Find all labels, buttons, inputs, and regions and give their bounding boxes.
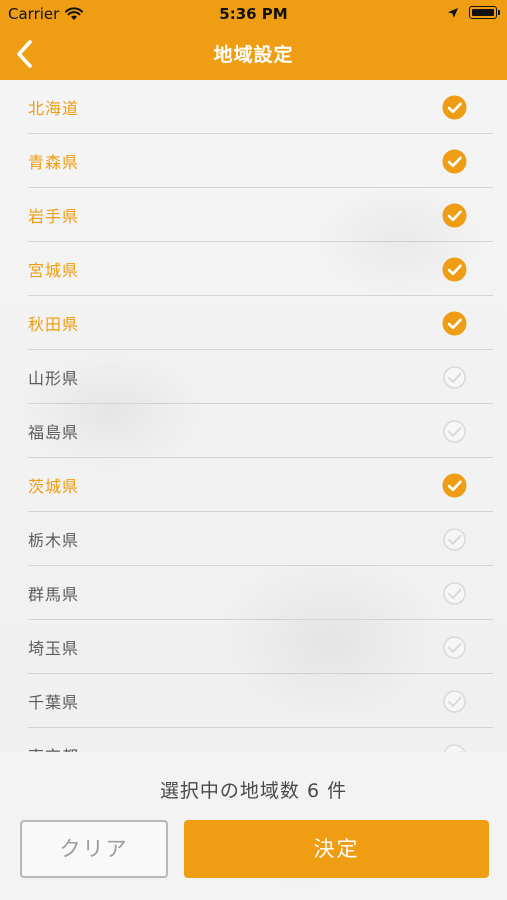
region-row[interactable]: 千葉県 bbox=[28, 674, 493, 728]
region-label: 千葉県 bbox=[28, 693, 80, 712]
battery-icon bbox=[469, 6, 500, 19]
checkmark-circle-outline-icon[interactable] bbox=[442, 743, 467, 752]
region-row[interactable]: 福島県 bbox=[28, 404, 493, 458]
region-row[interactable]: 東京都 bbox=[28, 728, 493, 752]
region-row[interactable]: 栃木県 bbox=[28, 512, 493, 566]
checkmark-circle-filled-icon[interactable] bbox=[442, 257, 467, 282]
region-label: 茨城県 bbox=[28, 477, 80, 496]
region-label: 福島県 bbox=[28, 423, 80, 442]
region-label: 埼玉県 bbox=[28, 639, 80, 658]
region-row[interactable]: 宮城県 bbox=[28, 242, 493, 296]
region-row[interactable]: 群馬県 bbox=[28, 566, 493, 620]
region-row[interactable]: 山形県 bbox=[28, 350, 493, 404]
location-arrow-icon bbox=[448, 7, 458, 18]
region-label: 青森県 bbox=[28, 153, 80, 172]
checkmark-circle-outline-icon[interactable] bbox=[442, 635, 467, 660]
region-label: 宮城県 bbox=[28, 261, 80, 280]
navigation-bar: 地域設定 bbox=[0, 28, 507, 80]
region-row[interactable]: 秋田県 bbox=[28, 296, 493, 350]
region-label: 秋田県 bbox=[28, 315, 80, 334]
region-label: 岩手県 bbox=[28, 207, 80, 226]
checkmark-circle-outline-icon[interactable] bbox=[442, 527, 467, 552]
checkmark-circle-filled-icon[interactable] bbox=[442, 311, 467, 336]
checkmark-circle-outline-icon[interactable] bbox=[442, 365, 467, 390]
region-row[interactable]: 茨城県 bbox=[28, 458, 493, 512]
checkmark-circle-filled-icon[interactable] bbox=[442, 473, 467, 498]
region-label: 群馬県 bbox=[28, 585, 80, 604]
region-label: 栃木県 bbox=[28, 531, 80, 550]
checkmark-circle-outline-icon[interactable] bbox=[442, 581, 467, 606]
status-time: 5:36 PM bbox=[219, 5, 288, 23]
page-title: 地域設定 bbox=[213, 44, 294, 66]
region-label: 北海道 bbox=[28, 99, 80, 118]
checkmark-circle-outline-icon[interactable] bbox=[442, 419, 467, 444]
region-row[interactable]: 青森県 bbox=[28, 134, 493, 188]
status-right bbox=[447, 6, 500, 19]
checkmark-circle-filled-icon[interactable] bbox=[442, 203, 467, 228]
status-bar: Carrier 5:36 PM bbox=[0, 0, 507, 28]
selected-count-text: 選択中の地域数 6 件 bbox=[159, 780, 348, 802]
region-row[interactable]: 北海道 bbox=[28, 80, 493, 134]
region-row[interactable]: 埼玉県 bbox=[28, 620, 493, 674]
region-row[interactable]: 岩手県 bbox=[28, 188, 493, 242]
footer-panel: 選択中の地域数 6 件 クリア 決定 bbox=[0, 752, 507, 900]
region-label: 東京都 bbox=[28, 743, 79, 752]
clear-button[interactable]: クリア bbox=[20, 820, 168, 878]
region-label: 山形県 bbox=[28, 369, 80, 388]
region-list[interactable]: 北海道青森県岩手県宮城県秋田県山形県福島県茨城県栃木県群馬県埼玉県千葉県東京都 bbox=[0, 80, 507, 752]
confirm-button[interactable]: 決定 bbox=[184, 820, 489, 878]
checkmark-circle-filled-icon[interactable] bbox=[442, 95, 467, 120]
checkmark-circle-outline-icon[interactable] bbox=[442, 689, 467, 714]
checkmark-circle-filled-icon[interactable] bbox=[442, 149, 467, 174]
